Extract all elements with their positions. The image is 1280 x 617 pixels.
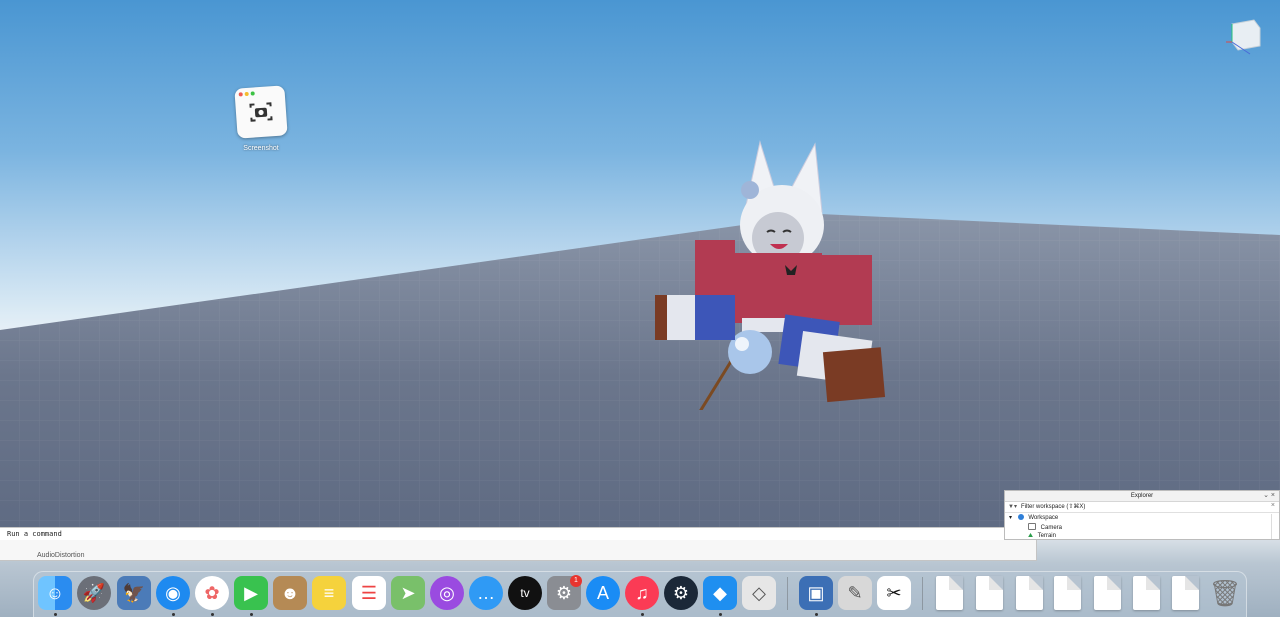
explorer-filter[interactable]: ▼▾ Filter workspace (⇧⌘X) × bbox=[1005, 502, 1279, 513]
tree-item-workspace[interactable]: ▾ Workspace bbox=[1009, 514, 1058, 522]
command-input[interactable]: Run a command bbox=[7, 529, 62, 539]
document-icon[interactable] bbox=[976, 576, 1003, 610]
studio-viewport[interactable]: Screenshot bbox=[0, 0, 1280, 540]
running-indicator bbox=[719, 613, 722, 616]
facetime-icon[interactable]: ▶ bbox=[234, 576, 268, 610]
explorer-scrollbar[interactable] bbox=[1271, 514, 1278, 539]
dock-separator bbox=[922, 577, 923, 610]
running-indicator bbox=[641, 613, 644, 616]
music-icon[interactable]: ♫ bbox=[625, 576, 659, 610]
roblox-studio-icon[interactable]: ◆ bbox=[703, 576, 737, 610]
running-indicator bbox=[250, 613, 253, 616]
safari-icon[interactable]: ◉ bbox=[156, 576, 190, 610]
close-icon[interactable]: × bbox=[1271, 492, 1275, 499]
view-cube-icon[interactable] bbox=[1226, 16, 1264, 56]
properties-strip: AudioDistortion bbox=[0, 540, 1037, 561]
explorer-header: Explorer ⌄ × bbox=[1005, 491, 1279, 502]
trash-icon[interactable]: 🗑 bbox=[1208, 576, 1242, 610]
running-indicator bbox=[54, 613, 57, 616]
clear-filter-icon[interactable]: × bbox=[1271, 502, 1275, 509]
finder-icon[interactable]: ☺ bbox=[38, 576, 72, 610]
desktop-screenshot-shortcut[interactable]: Screenshot bbox=[233, 85, 289, 157]
terrain-icon: ⛰ bbox=[1028, 533, 1034, 539]
camera-icon bbox=[249, 102, 273, 122]
script-editor-icon[interactable]: ✎ bbox=[838, 576, 872, 610]
settings-badge: 1 bbox=[570, 575, 582, 587]
baseplate-ground bbox=[0, 214, 1280, 540]
tree-item-label: Camera bbox=[1040, 525, 1063, 531]
camera-icon bbox=[1028, 523, 1036, 530]
dock-separator bbox=[787, 577, 788, 610]
roblox-icon[interactable]: ◇ bbox=[742, 576, 776, 610]
command-bar[interactable]: Run a command bbox=[0, 527, 1004, 541]
tree-item-label: Workspace bbox=[1028, 515, 1059, 521]
podcasts-icon[interactable]: ◎ bbox=[430, 576, 464, 610]
notes-icon[interactable]: ≡ bbox=[312, 576, 346, 610]
reminders-icon[interactable]: ☰ bbox=[352, 576, 386, 610]
screenshot-app-icon bbox=[234, 85, 288, 139]
document-icon[interactable] bbox=[1172, 576, 1199, 610]
running-indicator bbox=[211, 613, 214, 616]
document-icon[interactable] bbox=[1133, 576, 1160, 610]
photos-icon[interactable]: ✿ bbox=[195, 576, 229, 610]
messages-icon[interactable]: … bbox=[469, 576, 503, 610]
explorer-title: Explorer bbox=[1130, 493, 1154, 499]
roblox-avatar[interactable] bbox=[650, 140, 890, 410]
document-icon[interactable] bbox=[1094, 576, 1121, 610]
apple-tv-label: tv bbox=[520, 586, 530, 600]
running-indicator bbox=[815, 613, 818, 616]
filter-icon[interactable]: ▼▾ bbox=[1008, 503, 1017, 510]
app-store-icon[interactable]: A bbox=[586, 576, 620, 610]
expand-arrow-icon[interactable]: ▾ bbox=[1009, 515, 1012, 521]
panel-controls[interactable]: ⌄ × bbox=[1263, 491, 1275, 500]
capcut-icon[interactable]: ✂ bbox=[877, 576, 911, 610]
tree-item-terrain[interactable]: ⛰ Terrain bbox=[1028, 532, 1056, 540]
document-icon[interactable] bbox=[1016, 576, 1043, 610]
steam-icon[interactable]: ⚙ bbox=[664, 576, 698, 610]
chevron-down-icon[interactable]: ⌄ bbox=[1263, 492, 1269, 499]
properties-text: AudioDistortion bbox=[37, 552, 85, 559]
tree-item-camera[interactable]: Camera bbox=[1028, 523, 1062, 531]
document-icon[interactable] bbox=[1054, 576, 1081, 610]
explorer-panel: Explorer ⌄ × ▼▾ Filter workspace (⇧⌘X) ×… bbox=[1004, 490, 1280, 540]
contacts-icon[interactable]: ☻ bbox=[273, 576, 307, 610]
running-indicator bbox=[172, 613, 175, 616]
maps-icon[interactable]: ➤ bbox=[391, 576, 425, 610]
apple-tv-icon[interactable]: tv bbox=[508, 576, 542, 610]
workspace-globe-icon bbox=[1017, 514, 1024, 520]
tree-item-label: Terrain bbox=[1037, 533, 1056, 539]
launchpad-icon[interactable]: 🚀 bbox=[77, 576, 111, 610]
screenshot-shortcut-label: Screenshot bbox=[243, 145, 279, 152]
preview-icon[interactable]: 🦅 bbox=[117, 576, 151, 610]
document-icon[interactable] bbox=[936, 576, 963, 610]
filter-input[interactable]: Filter workspace (⇧⌘X) bbox=[1021, 503, 1085, 511]
preview-doc-icon[interactable]: ▣ bbox=[799, 576, 833, 610]
